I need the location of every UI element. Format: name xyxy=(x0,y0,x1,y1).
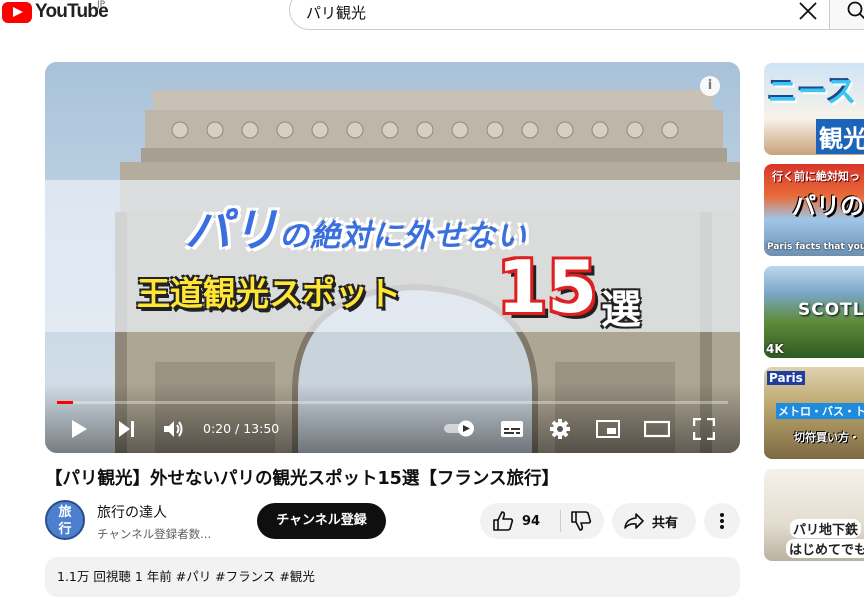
thumbnail-sen: 選 xyxy=(601,287,641,333)
avatar-text-bottom: 行 xyxy=(58,522,72,537)
progress-fill xyxy=(57,401,74,404)
more-dot-icon xyxy=(720,513,724,517)
search-icon xyxy=(847,1,864,20)
more-dot-icon xyxy=(720,525,724,529)
like-dislike-group: 94 xyxy=(480,503,604,539)
sidebar-thumb-caption: Paris facts that you m xyxy=(767,242,864,252)
sidebar-thumbnail[interactable]: パリ地下鉄 はじめてでも xyxy=(764,469,864,561)
sidebar-thumb-title: SCOTLA xyxy=(798,300,864,320)
share-label: 共有 xyxy=(652,515,679,531)
subtitles-icon[interactable] xyxy=(500,420,524,438)
search-query[interactable]: パリ観光 xyxy=(306,2,366,23)
sidebar-thumb-title: Paris xyxy=(767,371,805,385)
volume-icon[interactable] xyxy=(163,419,185,439)
sidebar-thumb-sub: パリの xyxy=(792,192,864,220)
thumbnail-title-line2: 王道観光スポット xyxy=(137,274,401,313)
youtube-logo[interactable]: YouTube xyxy=(2,0,109,24)
sidebar-thumb-title: パリ地下鉄 xyxy=(790,519,862,538)
play-icon[interactable] xyxy=(69,419,89,439)
controls-gradient xyxy=(45,383,740,453)
sidebar-thumb-caption: メトロ・バス・ト xyxy=(776,403,864,419)
video-title: 【パリ観光】外せないパリの観光スポット15選【フランス旅行】 xyxy=(45,469,560,489)
dislike-button[interactable] xyxy=(561,503,604,539)
search-input[interactable]: パリ観光 xyxy=(289,0,830,30)
sidebar-thumb-sub: 切符買い方・ xyxy=(794,431,860,444)
thumbnail-title-line1: パリの絶対に外せない xyxy=(185,194,527,260)
autoplay-toggle[interactable] xyxy=(442,418,478,438)
info-icon[interactable]: i xyxy=(700,76,720,96)
theater-icon[interactable] xyxy=(644,420,670,438)
sidebar-thumbnail[interactable]: Paris メトロ・バス・ト 切符買い方・ xyxy=(764,367,864,459)
miniplayer-icon[interactable] xyxy=(596,419,620,439)
sidebar-thumb-title: ニース xyxy=(768,75,857,110)
thumbnail-number: 15 xyxy=(497,245,598,329)
progress-bar[interactable] xyxy=(57,401,728,404)
search-button[interactable] xyxy=(829,0,864,30)
video-player[interactable]: パリの絶対に外せない 王道観光スポット 15 選 i 0:20 / 13:50 xyxy=(45,62,740,453)
youtube-play-icon xyxy=(2,1,32,23)
thumbnail-title-rest: の絶対に外せない xyxy=(279,219,527,254)
subscribe-button[interactable]: チャンネル登録 xyxy=(257,503,386,539)
more-dot-icon xyxy=(720,519,724,523)
sidebar-thumb-sub: 観光 xyxy=(816,119,864,154)
top-bar: YouTube JP パリ観光 xyxy=(0,0,864,30)
region-code: JP xyxy=(97,0,106,10)
sidebar-thumb-title: 行く前に絶対知っ xyxy=(772,170,860,183)
subscriber-count: チャンネル登録者数... xyxy=(97,527,212,541)
share-icon xyxy=(624,513,644,529)
like-button[interactable]: 94 xyxy=(480,503,560,539)
channel-name[interactable]: 旅行の達人 xyxy=(97,502,167,522)
sidebar-thumbnail[interactable]: 行く前に絶対知っ パリの Paris facts that you m xyxy=(764,164,864,256)
sidebar-thumb-badge: 4K xyxy=(766,342,784,356)
settings-icon[interactable] xyxy=(549,418,571,440)
sidebar-thumbnail[interactable]: ニース 観光 xyxy=(764,63,864,155)
sidebar-thumbnail[interactable]: SCOTLA 4K xyxy=(764,266,864,358)
time-display: 0:20 / 13:50 xyxy=(203,421,280,436)
more-actions-button[interactable] xyxy=(704,503,740,539)
like-count: 94 xyxy=(522,513,541,529)
avatar-text-top: 旅 xyxy=(58,505,72,520)
clear-icon[interactable] xyxy=(797,0,819,22)
fullscreen-icon[interactable] xyxy=(693,418,715,440)
thumbs-up-icon xyxy=(493,511,514,531)
next-icon[interactable] xyxy=(117,420,137,438)
description-box[interactable]: 1.1万 回視聴 1 年前 #パリ #フランス #観光 xyxy=(45,557,740,597)
thumbs-down-icon xyxy=(571,511,592,531)
thumbnail-title-paris: パリ xyxy=(185,203,279,257)
share-button[interactable]: 共有 xyxy=(612,503,696,539)
sidebar-thumb-sub: はじめてでも xyxy=(786,539,864,558)
channel-avatar[interactable]: 旅 行 xyxy=(45,500,85,540)
